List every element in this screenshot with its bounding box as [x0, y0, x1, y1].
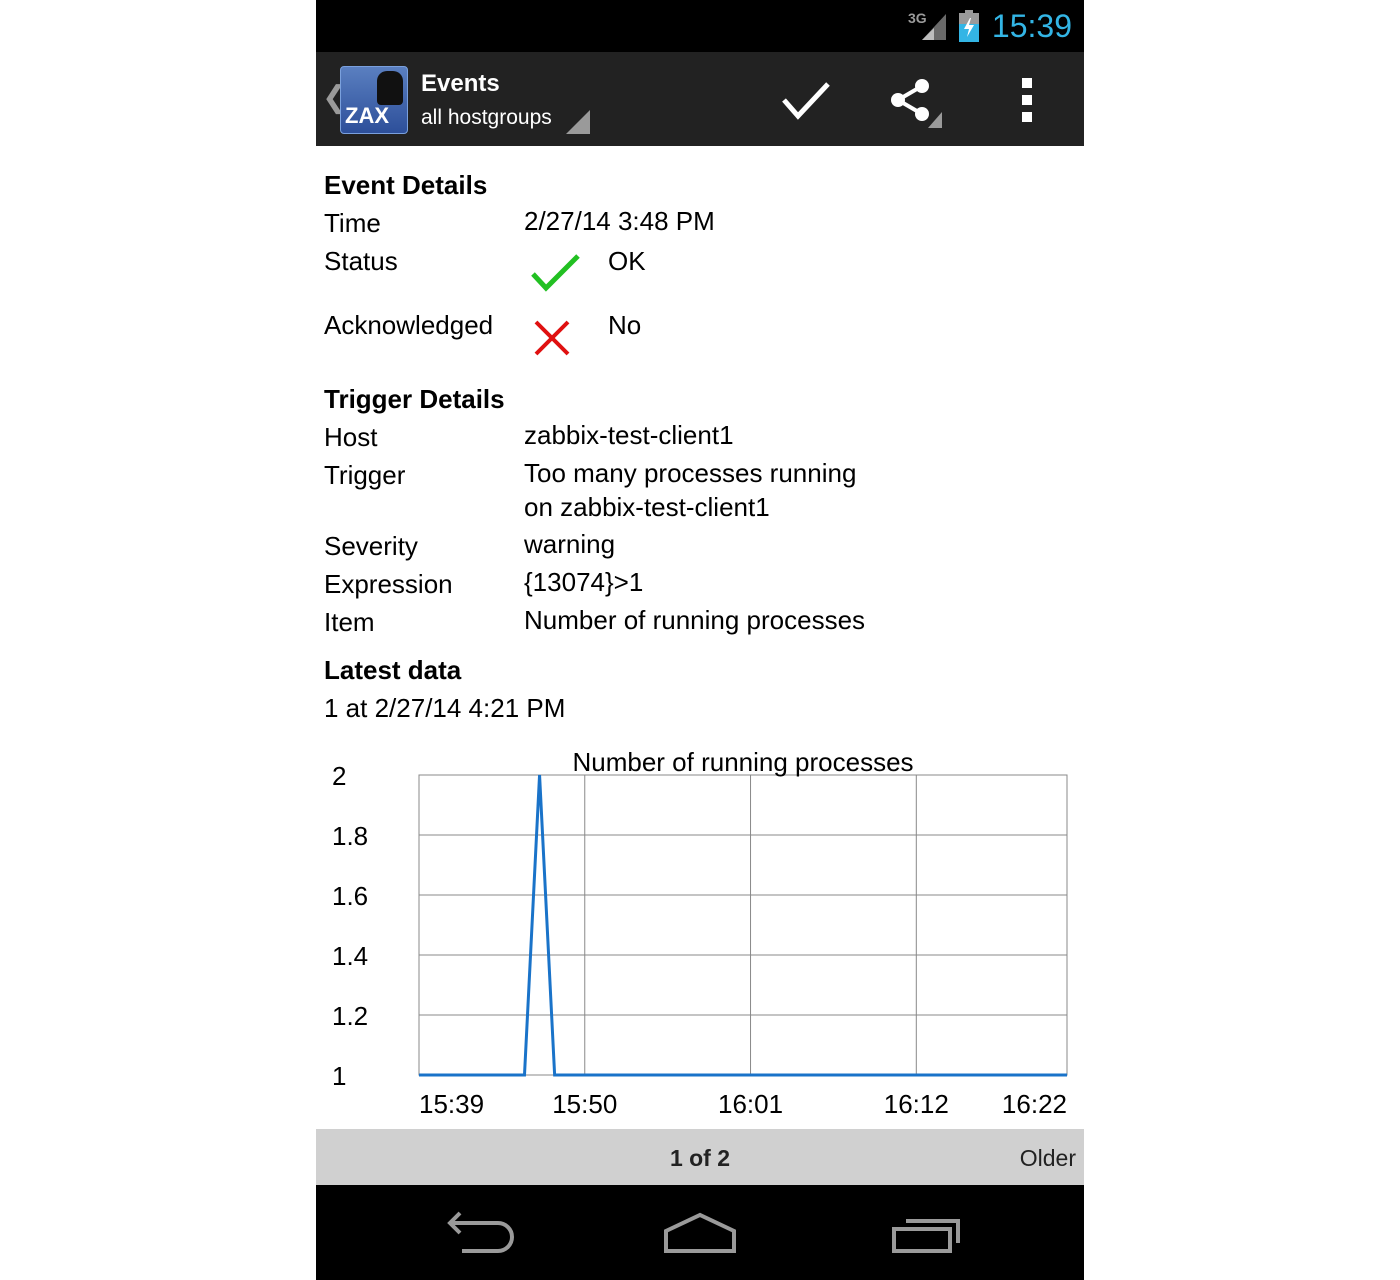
time-label: Time [324, 208, 381, 238]
x-tick-label: 16:12 [884, 1089, 949, 1119]
host-label: Host [324, 422, 378, 452]
x-tick-label: 16:01 [718, 1089, 783, 1119]
latest-data-value: 1 at 2/27/14 4:21 PM [324, 693, 566, 723]
y-tick-label: 1.8 [332, 821, 368, 851]
trigger-label: Trigger [324, 460, 406, 490]
share-icon[interactable] [886, 72, 942, 128]
acknowledge-check-icon[interactable] [778, 72, 834, 128]
acknowledged-value: No [608, 310, 642, 340]
severity-value: warning [524, 529, 616, 559]
chart-title: Number of running processes [572, 747, 913, 777]
phone-screen: 3G 15:39 ❮ ZAX Events all hostgroups Eve… [316, 0, 1084, 1280]
y-tick-label: 1.2 [332, 1001, 368, 1031]
time-value: 2/27/14 3:48 PM [524, 206, 715, 236]
expression-value: {13074}>1 [524, 567, 644, 597]
severity-label: Severity [324, 531, 418, 561]
older-button[interactable]: Older [1020, 1145, 1076, 1172]
host-value: zabbix-test-client1 [524, 420, 734, 450]
status-clock: 15:39 [991, 8, 1072, 44]
y-tick-label: 1.6 [332, 881, 368, 911]
page-title: Events [421, 70, 500, 97]
overflow-menu-icon[interactable] [1006, 72, 1062, 128]
x-tick-label: 15:39 [419, 1089, 484, 1119]
battery-charging-icon [959, 10, 979, 42]
logo-wordmark: ZAX [345, 103, 389, 128]
back-icon[interactable] [440, 1209, 520, 1257]
status-value: OK [608, 246, 646, 276]
y-tick-label: 1.4 [332, 941, 368, 971]
x-tick-label: 15:50 [552, 1089, 617, 1119]
acknowledged-label: Acknowledged [324, 310, 494, 340]
status-bar: 3G 15:39 [316, 0, 1084, 52]
plot-frame [418, 774, 1068, 1076]
page-indicator: 1 of 2 [669, 1145, 731, 1171]
latest-data-heading: Latest data [324, 655, 462, 685]
status-label: Status [324, 246, 398, 276]
spy-figure-icon [377, 71, 403, 105]
line-chart: 2 1.8 1.6 1.4 1.2 1 15:39 15:50 16:01 16:12 16:22 N… [332, 747, 1068, 1119]
item-label: Item [324, 607, 375, 637]
hostgroup-spinner[interactable]: all hostgroups [421, 106, 552, 130]
y-tick-label: 1 [332, 1061, 346, 1091]
trigger-value-line1: Too many processes running [524, 458, 857, 488]
series-line [419, 774, 1067, 1077]
app-logo[interactable]: ZAX [340, 66, 408, 134]
x-tick-label: 16:22 [1002, 1089, 1067, 1119]
signal-icon [922, 14, 946, 40]
pager-bar: 1 of 2 Older [316, 1129, 1084, 1185]
trigger-value-line2: on zabbix-test-client1 [524, 492, 770, 522]
action-bar: ❮ ZAX Events all hostgroups [316, 52, 1084, 146]
spinner-indicator-icon [566, 110, 590, 134]
not-acknowledged-x-icon [534, 320, 570, 356]
trigger-details-heading: Trigger Details [324, 384, 505, 414]
event-details-heading: Event Details [324, 170, 488, 200]
y-tick-label: 2 [332, 761, 346, 791]
status-ok-check-icon [531, 254, 580, 292]
navigation-bar [316, 1185, 1084, 1280]
recent-apps-icon[interactable] [886, 1209, 966, 1257]
item-value: Number of running processes [524, 605, 866, 635]
expression-label: Expression [324, 569, 453, 599]
home-icon[interactable] [660, 1209, 740, 1257]
